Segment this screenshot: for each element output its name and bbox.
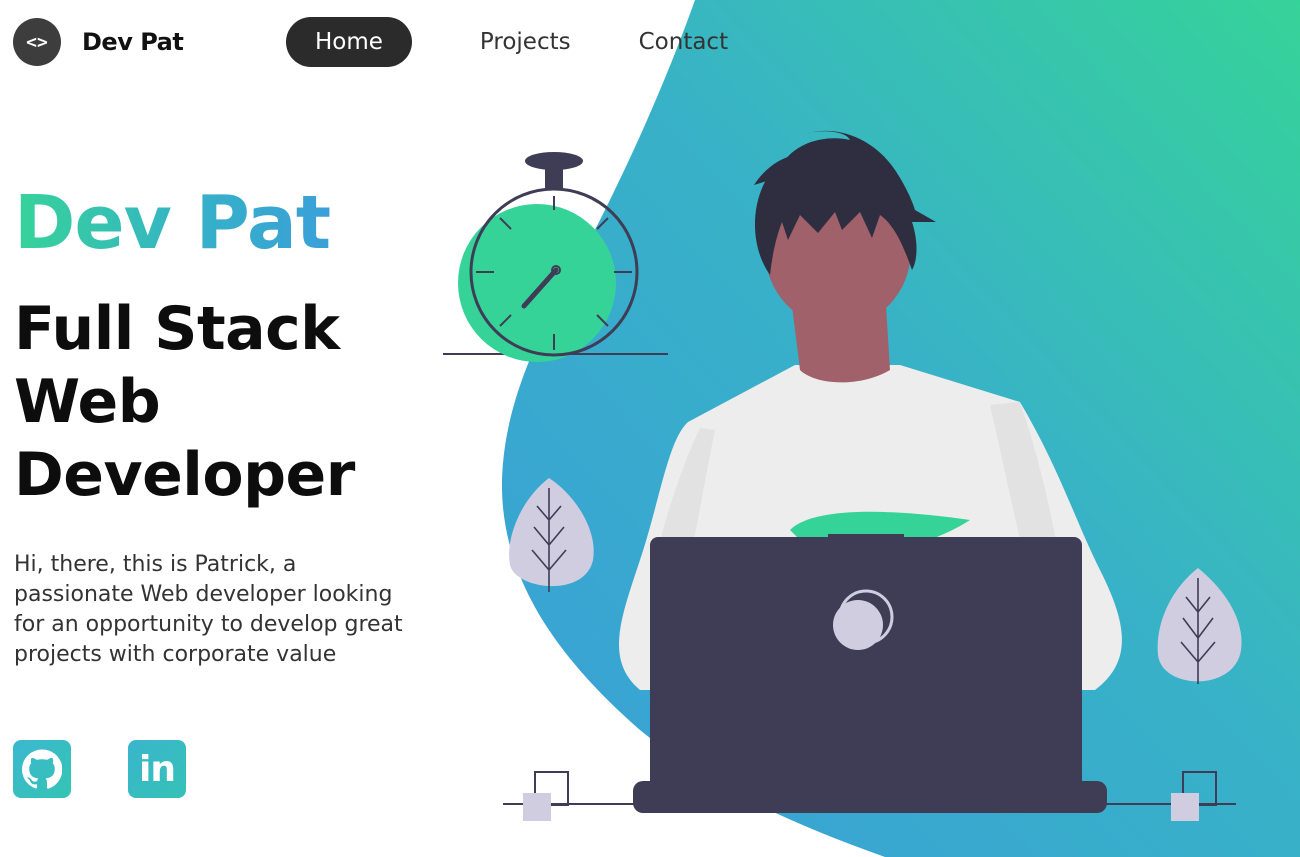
linkedin-icon: in [139, 748, 176, 790]
hero-name: Dev Pat [14, 180, 331, 266]
hero-title-line-2: Web [14, 367, 161, 437]
code-brackets-icon: <> [13, 18, 61, 66]
social-links: in [13, 740, 243, 798]
brand-logo[interactable]: <> Dev Pat [13, 18, 184, 66]
hero-description: Hi, there, this is Patrick, a passionate… [14, 552, 403, 667]
hero-title-line-1: Full Stack [14, 294, 340, 364]
nav-contact-link[interactable]: Contact [609, 17, 758, 67]
github-icon [22, 749, 62, 789]
main-navigation: Home Projects Contact [286, 17, 766, 67]
nav-projects-link[interactable]: Projects [450, 17, 601, 67]
nav-home-link[interactable]: Home [286, 17, 412, 67]
hero-title: Full Stack Web Developer [14, 293, 434, 512]
linkedin-link[interactable]: in [128, 740, 186, 798]
github-link[interactable] [13, 740, 71, 798]
hero-title-line-3: Developer [14, 440, 355, 510]
brand-name: Dev Pat [82, 28, 184, 56]
